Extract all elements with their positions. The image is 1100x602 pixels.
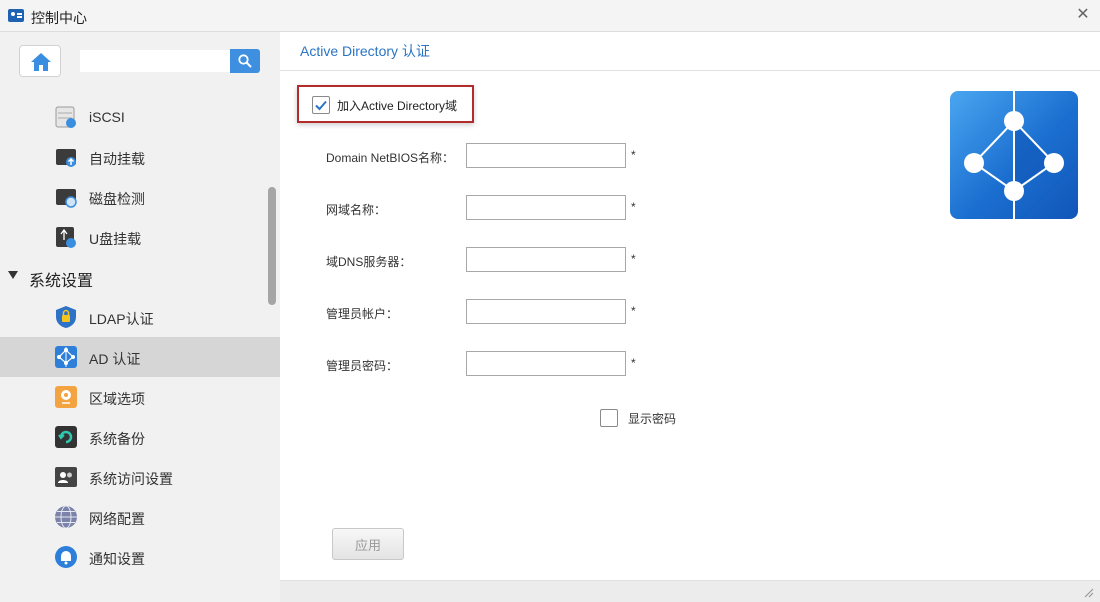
active-directory-logo bbox=[950, 91, 1078, 219]
section-system-settings[interactable]: 系统设置 bbox=[0, 257, 280, 297]
home-button[interactable] bbox=[19, 45, 61, 77]
ad-icon bbox=[55, 346, 77, 368]
sidebar-item-backup[interactable]: 系统备份 bbox=[0, 417, 280, 457]
search-button[interactable] bbox=[230, 49, 260, 73]
sidebar-item-label: 网络配置 bbox=[89, 511, 145, 527]
admin-account-label: 管理员帐户： bbox=[326, 307, 399, 321]
domain-name-label: 网域名称： bbox=[326, 203, 387, 217]
sidebar-item-network[interactable]: 网络配置 bbox=[0, 497, 280, 537]
ldap-lock-icon bbox=[56, 306, 76, 328]
sidebar-item-label: 系统备份 bbox=[89, 431, 145, 447]
checkmark-icon bbox=[315, 100, 327, 111]
auto-mount-icon bbox=[56, 149, 76, 167]
caret-down-icon bbox=[8, 271, 18, 279]
access-icon bbox=[55, 467, 77, 487]
netbios-name-input[interactable] bbox=[466, 143, 626, 168]
sidebar-item-label: iSCSI bbox=[89, 109, 125, 125]
admin-password-input[interactable] bbox=[466, 351, 626, 376]
close-button[interactable]: ✕ bbox=[1074, 6, 1092, 24]
resize-grip-icon[interactable] bbox=[1084, 588, 1094, 598]
sidebar-item-ldap[interactable]: LDAP认证 bbox=[0, 297, 280, 337]
sidebar-item-label: 系统访问设置 bbox=[89, 471, 173, 487]
sidebar: iSCSI 自动挂载 磁盘检测 U盘挂载 系统设置 LDAP认证 AD 认证 区… bbox=[0, 32, 280, 602]
sidebar-item-label: U盘挂载 bbox=[89, 231, 142, 247]
section-label: 系统设置 bbox=[29, 273, 94, 290]
dns-server-label: 域DNS服务器： bbox=[326, 255, 412, 269]
join-ad-label: 加入Active Directory域 bbox=[337, 99, 458, 113]
usb-mount-icon bbox=[56, 227, 76, 248]
control-center-icon bbox=[8, 9, 24, 22]
sidebar-item-auto-mount[interactable]: 自动挂载 bbox=[0, 137, 280, 177]
form-row-dns: 域DNS服务器： * bbox=[280, 247, 1100, 273]
sidebar-item-label: AD 认证 bbox=[89, 351, 141, 367]
netbios-label: Domain NetBIOS名称： bbox=[326, 151, 455, 165]
join-ad-checkbox[interactable] bbox=[312, 96, 330, 114]
home-icon bbox=[31, 53, 51, 71]
show-password-checkbox[interactable] bbox=[600, 409, 618, 427]
required-mark: * bbox=[631, 356, 636, 370]
network-icon bbox=[55, 505, 77, 529]
window-title: 控制中心 bbox=[31, 10, 87, 26]
page-title: Active Directory 认证 bbox=[300, 43, 430, 59]
sidebar-item-access[interactable]: 系统访问设置 bbox=[0, 457, 280, 497]
sidebar-item-label: 通知设置 bbox=[89, 551, 145, 567]
form-row-admin-account: 管理员帐户： * bbox=[280, 299, 1100, 325]
iscsi-icon bbox=[55, 106, 76, 128]
sidebar-scrollbar[interactable] bbox=[268, 187, 276, 305]
apply-button[interactable]: 应用 bbox=[332, 528, 404, 560]
search-icon bbox=[238, 54, 252, 68]
sidebar-item-region[interactable]: 区域选项 bbox=[0, 377, 280, 417]
region-icon bbox=[55, 386, 77, 408]
main-header: Active Directory 认证 bbox=[280, 32, 1100, 71]
required-mark: * bbox=[631, 304, 636, 318]
sidebar-item-disk-check[interactable]: 磁盘检测 bbox=[0, 177, 280, 217]
ad-network-icon bbox=[964, 91, 1064, 219]
main-panel: Active Directory 认证 加入Active Directory域 … bbox=[280, 32, 1100, 602]
close-icon: ✕ bbox=[1076, 6, 1090, 23]
search-input[interactable] bbox=[80, 50, 230, 72]
sidebar-item-usb-mount[interactable]: U盘挂载 bbox=[0, 217, 280, 257]
show-password-label: 显示密码 bbox=[628, 412, 677, 426]
required-mark: * bbox=[631, 252, 636, 266]
dns-server-input[interactable] bbox=[466, 247, 626, 272]
required-mark: * bbox=[631, 148, 636, 162]
status-bar bbox=[280, 580, 1100, 602]
join-ad-domain-option[interactable]: 加入Active Directory域 bbox=[297, 85, 474, 123]
sidebar-item-label: 自动挂载 bbox=[89, 151, 145, 167]
notification-icon bbox=[55, 546, 77, 568]
required-mark: * bbox=[631, 200, 636, 214]
form-row-admin-password: 管理员密码： * bbox=[280, 351, 1100, 377]
disk-check-icon bbox=[56, 189, 77, 208]
domain-name-input[interactable] bbox=[466, 195, 626, 220]
sidebar-item-label: LDAP认证 bbox=[89, 311, 154, 327]
title-bar: 控制中心 ✕ bbox=[0, 0, 1100, 32]
sidebar-item-ad[interactable]: AD 认证 bbox=[0, 337, 280, 377]
admin-account-input[interactable] bbox=[466, 299, 626, 324]
sidebar-item-notification[interactable]: 通知设置 bbox=[0, 537, 280, 577]
sidebar-item-label: 区域选项 bbox=[89, 391, 145, 407]
sidebar-item-iscsi[interactable]: iSCSI bbox=[0, 97, 280, 137]
sidebar-item-label: 磁盘检测 bbox=[89, 191, 145, 207]
backup-icon bbox=[55, 426, 77, 448]
admin-password-label: 管理员密码： bbox=[326, 359, 399, 373]
